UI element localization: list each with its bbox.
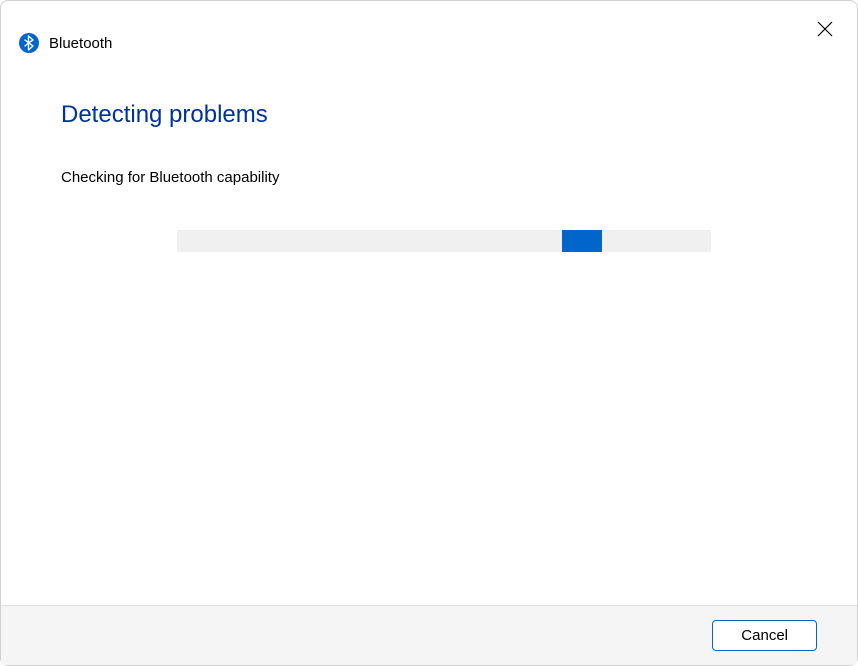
dialog-content: Detecting problems Checking for Bluetoot… <box>1 53 857 252</box>
cancel-button[interactable]: Cancel <box>712 620 817 651</box>
dialog-footer: Cancel <box>1 605 857 665</box>
close-button[interactable] <box>809 13 841 45</box>
status-text: Checking for Bluetooth capability <box>61 169 797 186</box>
main-heading: Detecting problems <box>61 101 797 129</box>
progress-indicator <box>562 230 602 252</box>
bluetooth-icon <box>19 33 39 53</box>
close-icon <box>817 21 833 37</box>
dialog-header: Bluetooth <box>1 1 857 53</box>
dialog-title: Bluetooth <box>49 35 112 52</box>
progress-bar <box>177 230 711 252</box>
